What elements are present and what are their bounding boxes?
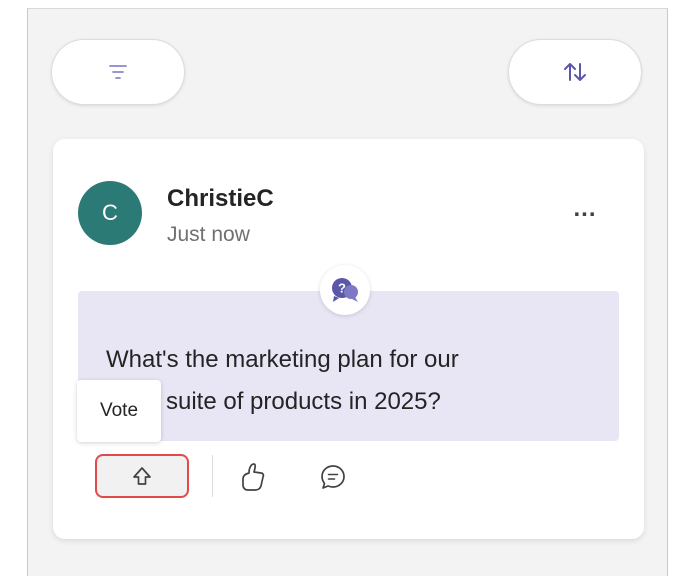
- filter-button[interactable]: [51, 39, 185, 105]
- upvote-arrow-icon: [133, 467, 151, 485]
- action-divider: [212, 455, 213, 497]
- vote-button[interactable]: [95, 454, 189, 498]
- comment-icon: [321, 465, 345, 489]
- avatar: C: [78, 181, 142, 245]
- more-options-button[interactable]: ...: [565, 195, 605, 222]
- question-line-1: What's the marketing plan for our: [106, 346, 459, 373]
- thumbs-up-icon: [242, 463, 265, 491]
- comment-button[interactable]: [311, 455, 355, 499]
- vote-tooltip: Vote: [77, 380, 161, 442]
- qa-panel: C ChristieC Just now ... ? What's the ma…: [27, 8, 668, 576]
- like-button[interactable]: [231, 455, 275, 499]
- question-line-2: suite of products in 2025?: [166, 388, 441, 415]
- post-timestamp: Just now: [167, 223, 250, 246]
- question-text: What's the marketing plan for our suite …: [106, 339, 586, 423]
- author-name: ChristieC: [167, 185, 274, 212]
- filter-icon: [109, 65, 127, 79]
- sort-button[interactable]: [508, 39, 642, 105]
- question-post-card: C ChristieC Just now ... ? What's the ma…: [53, 139, 644, 539]
- question-bubble-icon: ?: [332, 278, 358, 302]
- svg-text:?: ?: [338, 281, 346, 296]
- question-badge: ?: [320, 265, 370, 315]
- sort-icon: [564, 63, 586, 81]
